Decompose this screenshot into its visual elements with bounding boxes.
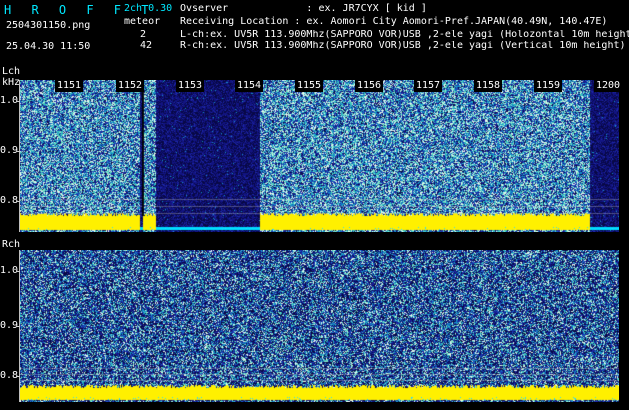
top-y-tick — [16, 101, 20, 102]
mode-label: 2ch 0.30 — [124, 3, 173, 14]
lch-meteor-count: 2 — [140, 29, 147, 40]
filename: 2504301150.png — [6, 20, 91, 31]
time-label-1154: 1154 — [235, 80, 264, 92]
top-y-axis — [19, 80, 20, 232]
time-label-1151: 1151 — [55, 80, 84, 92]
location-line: Receiving Location : ex. Aomori City Aom… — [180, 16, 608, 27]
lch-label: Lch — [2, 66, 21, 77]
bottom-y-tick — [16, 271, 20, 272]
time-label-1159: 1159 — [534, 80, 563, 92]
observer-line: Ovserver : ex. JR7CYX [ kid ] — [180, 3, 427, 14]
bottom-y-tick — [16, 376, 20, 377]
time-label-1156: 1156 — [355, 80, 384, 92]
rch-info-line: R-ch:ex. UV5R 113.900Mhz(SAPPORO VOR)USB… — [180, 41, 626, 51]
meteor-label: meteor — [124, 16, 161, 27]
datetime: 25.04.30 11:50 — [6, 41, 91, 52]
bottom-y-tick — [16, 326, 20, 327]
time-label-1153: 1153 — [176, 80, 205, 92]
rch-spectrogram — [20, 250, 619, 402]
time-label-1200: 1200 — [594, 80, 623, 92]
time-label-1158: 1158 — [474, 80, 503, 92]
time-label-1157: 1157 — [414, 80, 443, 92]
top-y-tick — [16, 151, 20, 152]
khz-label: kHz — [2, 77, 21, 88]
time-label-1155: 1155 — [295, 80, 324, 92]
lch-spectrogram — [20, 80, 619, 232]
rch-meteor-count: 42 — [140, 40, 153, 51]
time-label-1152: 1152 — [116, 80, 145, 92]
top-y-tick — [16, 201, 20, 202]
lch-info-line: L-ch:ex. UV5R 113.900Mhz(SAPPORO VOR)USB… — [180, 30, 629, 40]
rch-label: Rch — [2, 239, 21, 250]
